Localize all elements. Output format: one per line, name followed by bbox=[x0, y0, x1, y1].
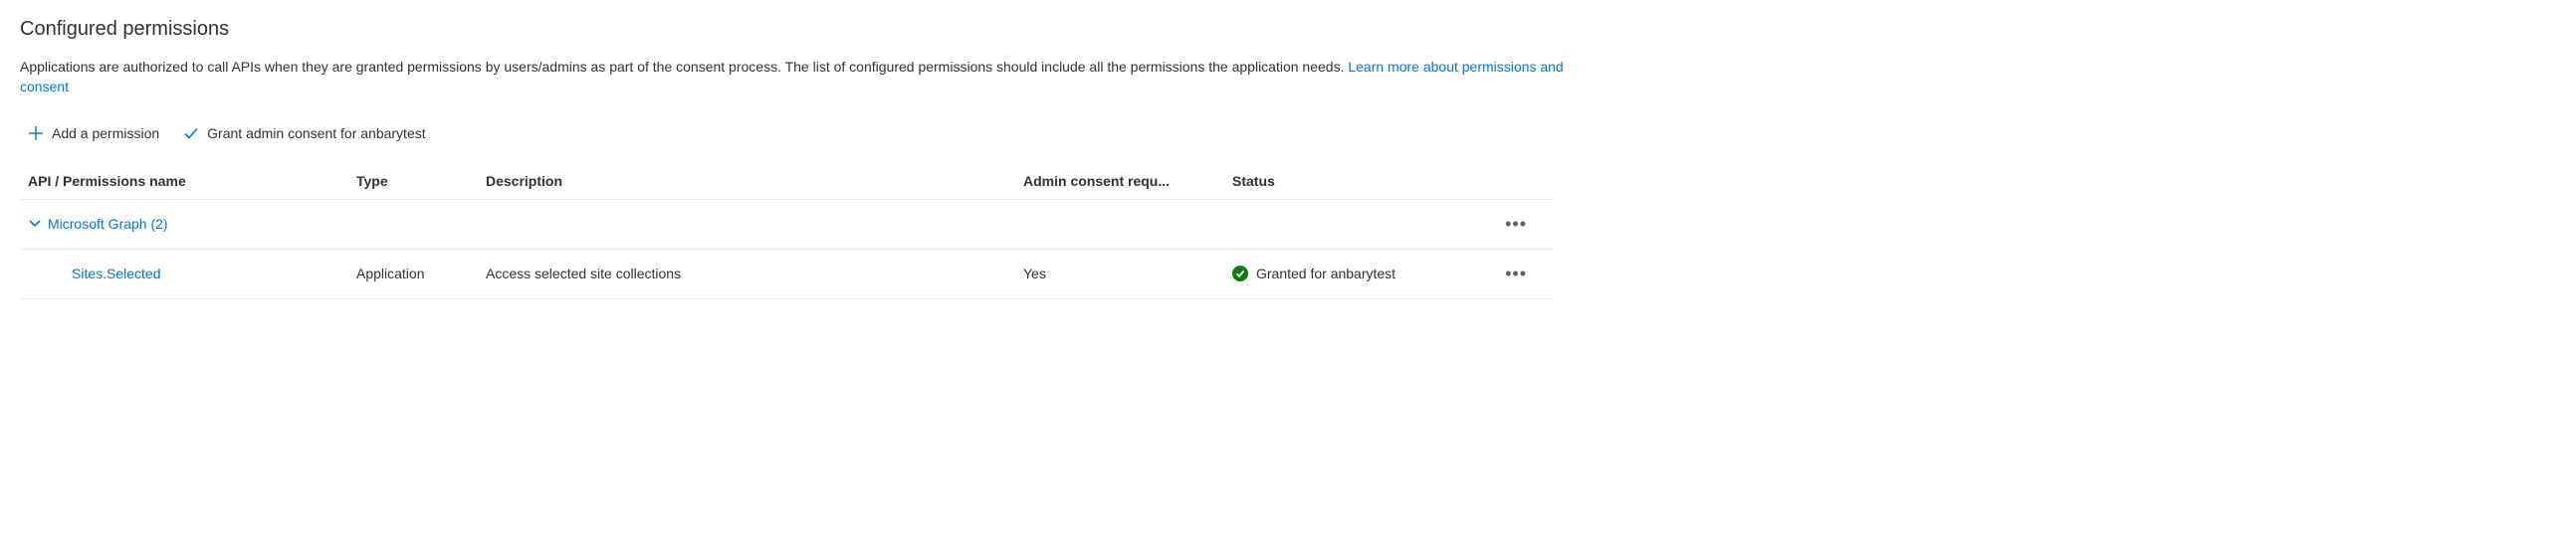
grant-consent-button[interactable]: Grant admin consent for anbarytest bbox=[183, 121, 425, 145]
table-row: Sites.Selected Application Access select… bbox=[20, 250, 1553, 299]
col-admin-consent: Admin consent requ... bbox=[1023, 173, 1232, 189]
check-icon bbox=[183, 125, 199, 141]
permission-name-link[interactable]: Sites.Selected bbox=[28, 266, 356, 281]
permission-description: Access selected site collections bbox=[486, 266, 1023, 281]
col-type: Type bbox=[356, 173, 486, 189]
row-more-button[interactable]: ••• bbox=[1491, 260, 1531, 288]
plus-icon bbox=[28, 125, 44, 141]
group-toggle-button[interactable]: Microsoft Graph (2) bbox=[28, 216, 1491, 233]
toolbar: Add a permission Grant admin consent for… bbox=[20, 121, 2556, 145]
permission-status: Granted for anbarytest bbox=[1232, 266, 1491, 281]
table-header: API / Permissions name Type Description … bbox=[20, 165, 1553, 200]
section-title: Configured permissions bbox=[20, 18, 2556, 41]
status-granted-icon bbox=[1232, 266, 1248, 281]
add-permission-label: Add a permission bbox=[52, 125, 159, 141]
more-icon: ••• bbox=[1505, 214, 1527, 235]
more-icon: ••• bbox=[1505, 264, 1527, 284]
chevron-down-icon bbox=[28, 216, 42, 233]
add-permission-button[interactable]: Add a permission bbox=[28, 121, 159, 145]
group-more-button[interactable]: ••• bbox=[1491, 210, 1531, 239]
group-label: Microsoft Graph (2) bbox=[48, 216, 168, 232]
permission-type: Application bbox=[356, 266, 486, 281]
api-group-row: Microsoft Graph (2) ••• bbox=[20, 200, 1553, 250]
col-description: Description bbox=[486, 173, 1023, 189]
description-body: Applications are authorized to call APIs… bbox=[20, 59, 1348, 75]
col-status: Status bbox=[1232, 173, 1491, 189]
permission-status-text: Granted for anbarytest bbox=[1256, 266, 1395, 281]
col-api-name: API / Permissions name bbox=[28, 173, 356, 189]
grant-consent-label: Grant admin consent for anbarytest bbox=[207, 125, 425, 141]
permissions-table: API / Permissions name Type Description … bbox=[20, 165, 1553, 299]
permission-admin-consent: Yes bbox=[1023, 266, 1232, 281]
description-text: Applications are authorized to call APIs… bbox=[20, 57, 1573, 97]
